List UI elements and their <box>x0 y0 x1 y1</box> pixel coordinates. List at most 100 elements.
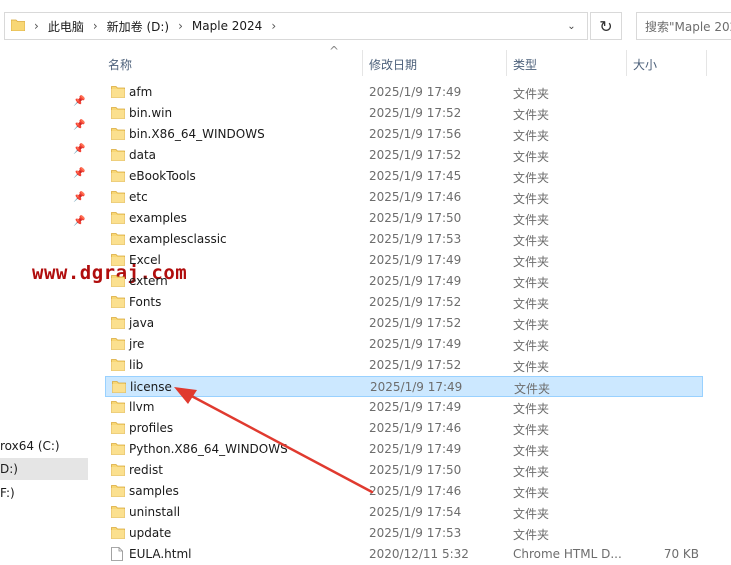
list-item[interactable]: afm 2025/1/9 17:49 文件夹 <box>105 82 703 103</box>
list-item-selected[interactable]: license 2025/1/9 17:49 文件夹 <box>105 376 703 397</box>
file-name: license <box>130 380 172 394</box>
list-item[interactable]: examplesclassic 2025/1/9 17:53 文件夹 <box>105 229 703 250</box>
list-item[interactable]: Python.X86_64_WINDOWS 2025/1/9 17:49 文件夹 <box>105 439 703 460</box>
file-date: 2020/12/11 5:32 <box>369 547 469 561</box>
folder-icon <box>111 337 125 353</box>
list-item[interactable]: etc 2025/1/9 17:46 文件夹 <box>105 187 703 208</box>
folder-icon <box>111 526 125 542</box>
list-item[interactable]: samples 2025/1/9 17:46 文件夹 <box>105 481 703 502</box>
file-type: 文件夹 <box>513 276 550 290</box>
column-divider[interactable] <box>626 50 627 76</box>
file-type: 文件夹 <box>513 150 550 164</box>
file-type: 文件夹 <box>513 192 550 206</box>
file-type: 文件夹 <box>513 402 550 416</box>
file-type: 文件夹 <box>513 507 550 521</box>
file-type: 文件夹 <box>513 339 550 353</box>
file-date: 2025/1/9 17:52 <box>369 316 462 330</box>
address-history-button[interactable]: ⌄ <box>556 12 588 40</box>
list-item[interactable]: bin.win 2025/1/9 17:52 文件夹 <box>105 103 703 124</box>
file-date: 2025/1/9 17:53 <box>369 232 462 246</box>
file-type: 文件夹 <box>513 486 550 500</box>
search-placeholder: 搜索"Maple 2024" <box>645 19 731 34</box>
list-item[interactable]: extern 2025/1/9 17:49 文件夹 <box>105 271 703 292</box>
file-type: 文件夹 <box>513 360 550 374</box>
nav-drive-d[interactable]: D:) <box>0 458 88 480</box>
file-type: 文件夹 <box>513 528 550 542</box>
list-item[interactable]: data 2025/1/9 17:52 文件夹 <box>105 145 703 166</box>
chevron-right-icon[interactable]: › <box>34 19 39 33</box>
folder-icon <box>111 400 125 416</box>
column-divider[interactable] <box>706 50 707 76</box>
list-item[interactable]: Excel 2025/1/9 17:49 文件夹 <box>105 250 703 271</box>
folder-icon <box>111 274 125 290</box>
folder-icon <box>111 148 125 164</box>
list-item[interactable]: java 2025/1/9 17:52 文件夹 <box>105 313 703 334</box>
chevron-right-icon[interactable]: › <box>93 19 98 33</box>
file-date: 2025/1/9 17:49 <box>369 274 462 288</box>
list-item[interactable]: lib 2025/1/9 17:52 文件夹 <box>105 355 703 376</box>
document-icon <box>111 547 123 564</box>
list-item[interactable]: jre 2025/1/9 17:49 文件夹 <box>105 334 703 355</box>
pin-icon: 📌 <box>73 192 86 203</box>
file-name: etc <box>129 190 148 204</box>
column-header: ^ 名称 修改日期 类型 大小 <box>100 44 731 76</box>
pin-icon: 📌 <box>73 96 86 107</box>
breadcrumb-maple-2024[interactable]: Maple 2024 <box>192 19 262 33</box>
address-bar[interactable]: › 此电脑 › 新加卷 (D:) › Maple 2024 › <box>4 12 588 40</box>
column-divider[interactable] <box>506 50 507 76</box>
file-name: update <box>129 526 172 540</box>
column-divider[interactable] <box>362 50 363 76</box>
file-date: 2025/1/9 17:56 <box>369 127 462 141</box>
list-item[interactable]: llvm 2025/1/9 17:49 文件夹 <box>105 397 703 418</box>
list-item[interactable]: profiles 2025/1/9 17:46 文件夹 <box>105 418 703 439</box>
column-size[interactable]: 大小 <box>633 56 657 73</box>
file-type: 文件夹 <box>513 171 550 185</box>
breadcrumb-this-pc[interactable]: 此电脑 <box>48 18 84 35</box>
list-item[interactable]: examples 2025/1/9 17:50 文件夹 <box>105 208 703 229</box>
file-name: Python.X86_64_WINDOWS <box>129 442 288 456</box>
pin-icon: 📌 <box>73 120 86 131</box>
file-name: eBookTools <box>129 169 196 183</box>
list-item[interactable]: Fonts 2025/1/9 17:52 文件夹 <box>105 292 703 313</box>
file-name: examplesclassic <box>129 232 227 246</box>
file-date: 2025/1/9 17:50 <box>369 211 462 225</box>
folder-icon <box>111 253 125 269</box>
file-name: lib <box>129 358 144 372</box>
file-date: 2025/1/9 17:52 <box>369 148 462 162</box>
list-item[interactable]: eBookTools 2025/1/9 17:45 文件夹 <box>105 166 703 187</box>
navigation-pane[interactable]: 📌 📌 📌 📌 📌 📌 rox64 (C:) D:) F:) <box>0 46 88 562</box>
search-input[interactable]: 搜索"Maple 2024" <box>636 12 731 40</box>
file-name: samples <box>129 484 179 498</box>
refresh-button[interactable]: ↻ <box>590 12 622 40</box>
folder-icon <box>111 358 125 374</box>
folder-icon <box>111 211 125 227</box>
list-item[interactable]: update 2025/1/9 17:53 文件夹 <box>105 523 703 544</box>
refresh-icon: ↻ <box>599 16 613 36</box>
file-type: 文件夹 <box>513 318 550 332</box>
list-item[interactable]: bin.X86_64_WINDOWS 2025/1/9 17:56 文件夹 <box>105 124 703 145</box>
file-date: 2025/1/9 17:49 <box>369 253 462 267</box>
file-size: 70 KB <box>663 547 699 561</box>
nav-drive-f[interactable]: F:) <box>0 482 88 504</box>
breadcrumb-drive-d[interactable]: 新加卷 (D:) <box>107 18 169 35</box>
file-type: 文件夹 <box>513 129 550 143</box>
file-type: 文件夹 <box>513 213 550 227</box>
column-type[interactable]: 类型 <box>513 56 537 73</box>
list-item[interactable]: redist 2025/1/9 17:50 文件夹 <box>105 460 703 481</box>
file-date: 2025/1/9 17:49 <box>370 380 463 394</box>
nav-drive-c[interactable]: rox64 (C:) <box>0 435 88 457</box>
file-date: 2025/1/9 17:49 <box>369 400 462 414</box>
file-name: Fonts <box>129 295 162 309</box>
chevron-right-icon[interactable]: › <box>271 19 276 33</box>
file-name: EULA.html <box>129 547 192 561</box>
file-name: bin.X86_64_WINDOWS <box>129 127 265 141</box>
file-date: 2025/1/9 17:52 <box>369 358 462 372</box>
column-date[interactable]: 修改日期 <box>369 56 417 73</box>
file-date: 2025/1/9 17:49 <box>369 442 462 456</box>
column-name[interactable]: 名称 <box>108 56 132 73</box>
chevron-right-icon[interactable]: › <box>178 19 183 33</box>
file-name: profiles <box>129 421 174 435</box>
list-item[interactable]: uninstall 2025/1/9 17:54 文件夹 <box>105 502 703 523</box>
folder-icon <box>111 169 125 185</box>
pin-icon: 📌 <box>73 144 86 155</box>
